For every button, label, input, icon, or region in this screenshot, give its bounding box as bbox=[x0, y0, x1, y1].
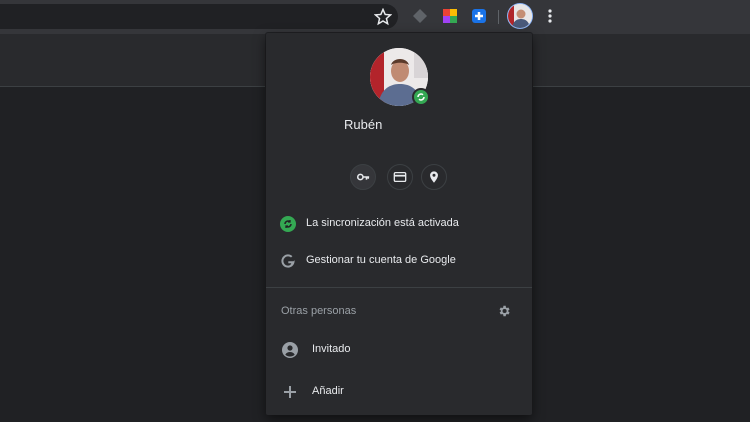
credit-card-icon bbox=[393, 171, 407, 183]
add-label: Añadir bbox=[312, 385, 344, 397]
extension-icon-blue[interactable] bbox=[471, 8, 487, 24]
address-bar[interactable] bbox=[0, 4, 398, 29]
sync-status-label: La sincronización está activada bbox=[306, 217, 459, 229]
toolbar-divider bbox=[498, 10, 499, 24]
add-profile-row[interactable]: Añadir bbox=[266, 375, 532, 409]
sync-icon bbox=[280, 216, 296, 232]
sync-badge-icon bbox=[412, 88, 430, 106]
browser-toolbar bbox=[0, 0, 750, 34]
other-people-heading: Otras personas bbox=[281, 305, 357, 317]
key-icon bbox=[356, 173, 370, 181]
avatar-photo bbox=[508, 4, 532, 28]
profile-menu: Rubén La sincronización está activada Ge… bbox=[266, 33, 532, 415]
extension-icon-gray[interactable] bbox=[412, 8, 428, 24]
passwords-button[interactable] bbox=[350, 164, 376, 190]
location-pin-icon bbox=[430, 171, 438, 183]
guest-label: Invitado bbox=[312, 343, 351, 355]
guest-profile-row[interactable]: Invitado bbox=[266, 333, 532, 367]
plus-icon bbox=[284, 386, 296, 398]
more-vert-icon[interactable] bbox=[541, 7, 559, 25]
profile-user-name: Rubén bbox=[344, 117, 383, 132]
payment-methods-button[interactable] bbox=[387, 164, 413, 190]
gear-icon[interactable] bbox=[497, 304, 511, 318]
manage-google-account-row[interactable]: Gestionar tu cuenta de Google bbox=[266, 244, 532, 278]
account-circle-icon bbox=[282, 342, 298, 358]
google-g-icon bbox=[281, 254, 295, 268]
manage-account-label: Gestionar tu cuenta de Google bbox=[306, 254, 456, 266]
sync-status-row[interactable]: La sincronización está activada bbox=[266, 207, 532, 241]
addresses-button[interactable] bbox=[421, 164, 447, 190]
menu-divider bbox=[266, 287, 532, 288]
star-icon[interactable] bbox=[374, 8, 392, 26]
extension-icon-colorful[interactable] bbox=[442, 8, 458, 24]
profile-avatar-button[interactable] bbox=[508, 4, 532, 28]
